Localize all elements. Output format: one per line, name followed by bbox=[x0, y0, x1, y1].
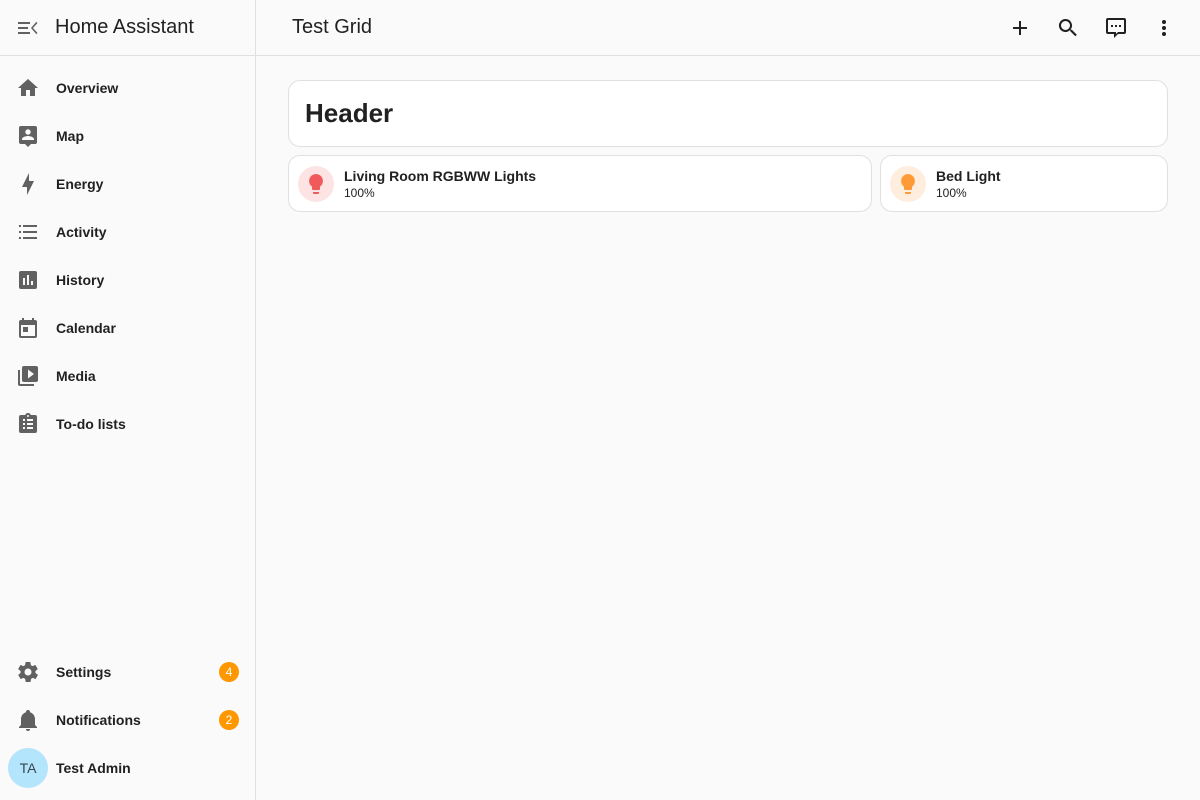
sidebar-header: Home Assistant bbox=[0, 0, 255, 56]
sidebar-item-energy[interactable]: Energy bbox=[0, 160, 255, 208]
lightbulb-icon[interactable] bbox=[890, 165, 926, 202]
sidebar-item-notifications[interactable]: Notifications 2 bbox=[0, 696, 255, 744]
sidebar-item-label: History bbox=[56, 272, 105, 288]
list-icon bbox=[0, 208, 56, 256]
assist-button[interactable] bbox=[1092, 4, 1140, 52]
sidebar-item-media[interactable]: Media bbox=[0, 352, 255, 400]
search-icon bbox=[1058, 18, 1077, 36]
sidebar-item-calendar[interactable]: Calendar bbox=[0, 304, 255, 352]
sidebar-item-map[interactable]: Map bbox=[0, 112, 255, 160]
sidebar-item-settings[interactable]: Settings 4 bbox=[0, 648, 255, 696]
sidebar-item-profile[interactable]: TA Test Admin bbox=[0, 744, 255, 792]
sidebar-item-label: Notifications bbox=[56, 712, 141, 728]
page-title: Test Grid bbox=[292, 16, 373, 38]
more-vert-icon bbox=[1162, 19, 1166, 36]
gear-icon bbox=[0, 648, 56, 696]
assist-icon bbox=[1106, 17, 1126, 38]
sidebar-item-history[interactable]: History bbox=[0, 256, 255, 304]
chart-box-icon bbox=[0, 256, 56, 304]
sidebar-toggle-button[interactable] bbox=[0, 0, 56, 56]
add-button[interactable] bbox=[996, 4, 1044, 52]
header-card: Header bbox=[288, 80, 1168, 147]
plus-icon bbox=[1013, 20, 1027, 35]
tile-living-room-lights[interactable]: Living Room RGBWW Lights 100% bbox=[288, 155, 872, 212]
notifications-badge: 2 bbox=[219, 710, 239, 730]
sidebar-item-todo[interactable]: To-do lists bbox=[0, 400, 255, 448]
bell-icon bbox=[0, 696, 56, 744]
tile-bed-light[interactable]: Bed Light 100% bbox=[880, 155, 1168, 212]
calendar-icon bbox=[0, 304, 56, 352]
tile-state: 100% bbox=[344, 185, 375, 200]
sidebar-bottom: Settings 4 Notifications 2 TA Test Admin bbox=[0, 648, 255, 792]
user-name: Test Admin bbox=[56, 760, 131, 776]
clipboard-list-icon bbox=[0, 400, 56, 448]
sidebar-item-overview[interactable]: Overview bbox=[0, 64, 255, 112]
lightning-icon bbox=[0, 160, 56, 208]
sidebar-item-label: Settings bbox=[56, 664, 112, 680]
home-icon bbox=[0, 64, 56, 112]
sidebar-item-label: Map bbox=[56, 128, 84, 144]
sidebar-item-label: Media bbox=[56, 368, 96, 384]
lightbulb-icon[interactable] bbox=[298, 165, 334, 202]
play-box-icon bbox=[0, 352, 56, 400]
avatar: TA bbox=[8, 748, 48, 788]
sidebar: Home Assistant Overview Map Energy Activ… bbox=[0, 0, 256, 800]
tile-info: Living Room RGBWW Lights 100% bbox=[344, 167, 536, 201]
sidebar-item-activity[interactable]: Activity bbox=[0, 208, 255, 256]
map-icon bbox=[0, 112, 56, 160]
more-options-button[interactable] bbox=[1140, 4, 1188, 52]
sidebar-item-label: Overview bbox=[56, 80, 119, 96]
sidebar-item-label: Calendar bbox=[56, 320, 116, 336]
toolbar-actions bbox=[996, 4, 1188, 52]
sidebar-item-label: Activity bbox=[56, 224, 107, 240]
sidebar-item-label: Energy bbox=[56, 176, 104, 192]
tile-state: 100% bbox=[936, 185, 967, 200]
tile-name: Bed Light bbox=[936, 167, 1001, 184]
tile-name: Living Room RGBWW Lights bbox=[344, 167, 537, 184]
tile-info: Bed Light 100% bbox=[936, 167, 1001, 201]
menu-collapse-icon bbox=[18, 21, 38, 34]
search-button[interactable] bbox=[1044, 4, 1092, 52]
dashboard-grid: Header Living Room RGBWW Lights 100% Bed… bbox=[256, 56, 1200, 800]
top-app-bar: Test Grid bbox=[256, 0, 1200, 56]
sidebar-title: Home Assistant bbox=[55, 16, 194, 38]
sidebar-nav: Overview Map Energy Activity History Cal… bbox=[0, 56, 255, 448]
header-card-title: Header bbox=[305, 98, 394, 128]
sidebar-item-label: To-do lists bbox=[56, 416, 126, 432]
settings-badge: 4 bbox=[219, 662, 239, 682]
